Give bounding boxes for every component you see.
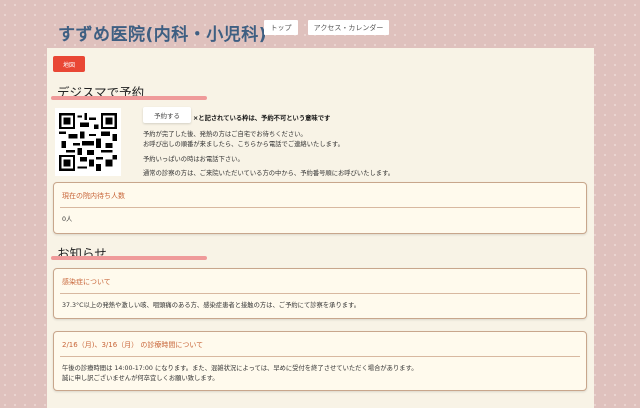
waiting-count: 0人 (62, 216, 73, 223)
site-title[interactable]: すずめ医院(内科・小児科) (58, 20, 267, 45)
news-body: 午後の診療時間は 14:00-17:00 になります。また、混雑状況によっては、… (62, 364, 418, 384)
news-card: 2/16（月)、3/16（月） の診療時間について 午後の診療時間は 14:00… (53, 331, 587, 391)
reserve-line: お呼び出しの順番が来ましたら、こちらから電話でご連絡いたします。 (143, 141, 344, 148)
reserve-line: 予約が完了した後、発熱の方はご自宅でお待ちください。 (143, 131, 307, 138)
reserve-line: 通常の診察の方は、ご来院いただいている方の中から、予約番号順にお呼びいたします。 (143, 170, 395, 177)
reserve-button[interactable]: 予約する (143, 107, 191, 123)
qr-code[interactable] (55, 108, 121, 176)
news-body: 37.3°C以上の発熱や激しい咳、咽頭痛のある方、感染症患者と接触の方は、ご予約… (62, 302, 360, 309)
reserve-notice: ×と記されている枠は、予約不可という意味です (193, 115, 331, 122)
news-card: 感染症について 37.3°C以上の発熱や激しい咳、咽頭痛のある方、感染症患者と接… (53, 268, 587, 319)
map-button[interactable]: 地図 (53, 56, 85, 72)
news-title: 感染症について (62, 278, 111, 286)
waiting-card: 現在の院内待ち人数 0人 (53, 182, 587, 234)
news-title: 2/16（月)、3/16（月） の診療時間について (62, 341, 204, 349)
heading-underline (51, 256, 207, 260)
nav-access-calendar[interactable]: アクセス・カレンダー (308, 20, 389, 35)
main-panel: 地図 デジスマで予約 予約する ×と記されている枠は、予約不可という意味です 予… (47, 48, 594, 408)
divider (60, 356, 580, 357)
news-body-line: 午後の診療時間は 14:00-17:00 になります。また、混雑状況によっては、… (62, 365, 418, 372)
nav-top[interactable]: トップ (264, 20, 298, 35)
divider (60, 293, 580, 294)
reserve-line: 予約いっぱいの時はお電話下さい。 (143, 156, 244, 163)
divider (60, 207, 580, 208)
heading-underline (51, 96, 207, 100)
news-body-line: 誠に申し訳ございませんが何卒宜しくお願い致します。 (62, 375, 219, 382)
waiting-title: 現在の院内待ち人数 (62, 192, 125, 200)
